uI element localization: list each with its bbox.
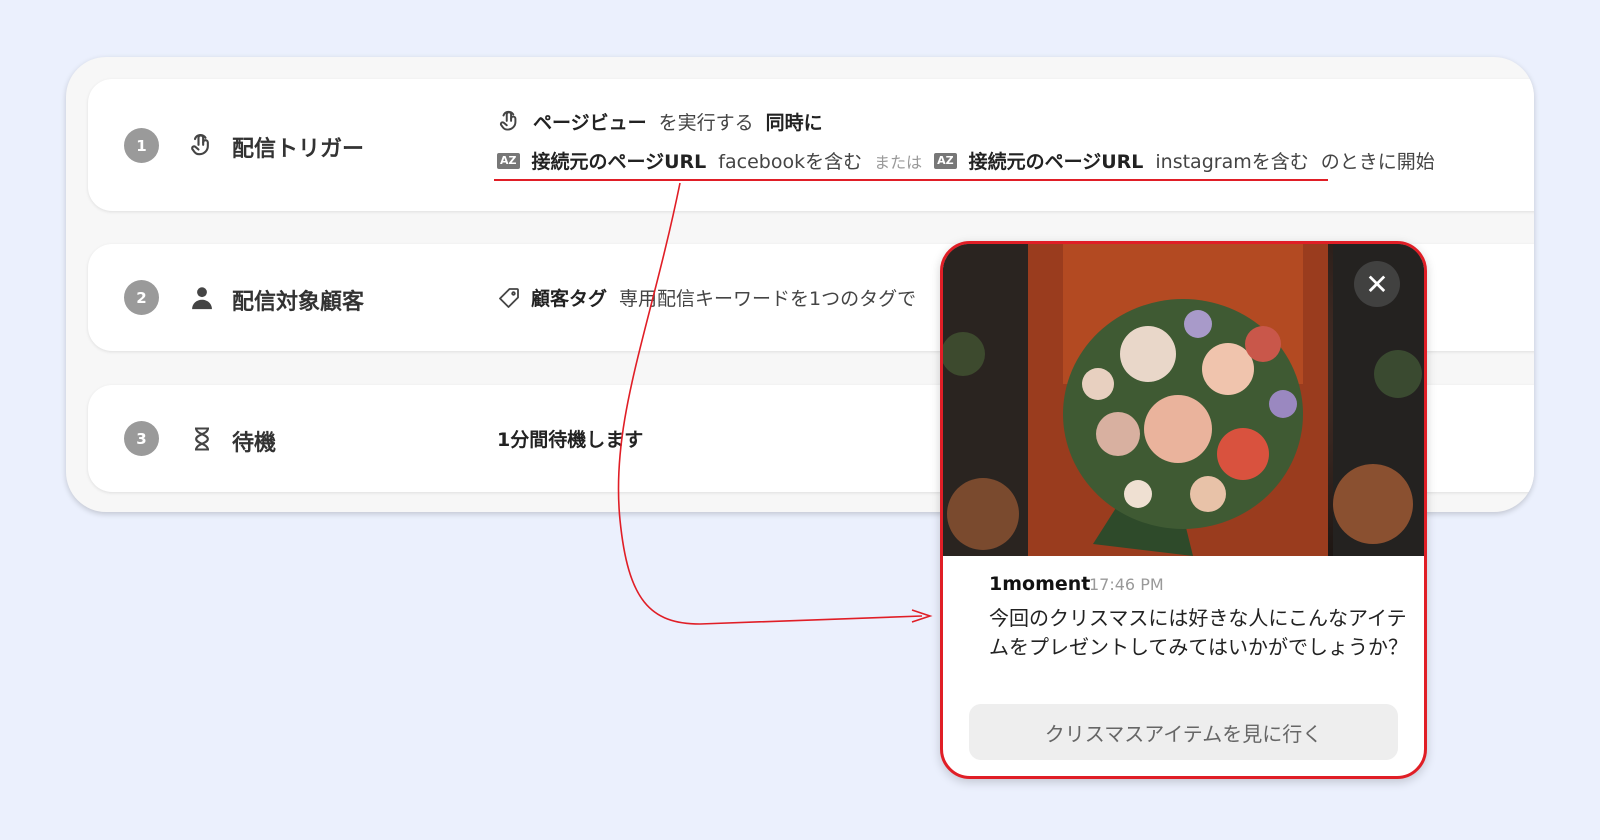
step-title: 配信トリガー <box>232 137 365 162</box>
tap-hand-icon <box>191 134 209 156</box>
tag-description: 専用配信キーワードを1つのタグで <box>619 288 917 310</box>
step-number: 1 <box>124 128 159 163</box>
message-preview-popup: ✕ 1moment 17:46 PM 今回のクリスマスには好きな人にこんなアイテ… <box>940 241 1427 779</box>
condition-field-2: 接続元のページURL <box>968 151 1144 173</box>
wait-description: 1分間待機します <box>497 429 644 451</box>
step-title: 待機 <box>232 431 277 456</box>
step-row-trigger[interactable]: 1 配信トリガー ページビュー を実行する 同時に AZ 接続元のページURL … <box>88 79 1534 211</box>
wait-description-line: 1分間待機します <box>497 425 643 452</box>
target-tag-line: 顧客タグ 専用配信キーワードを1つのタグで <box>497 284 916 311</box>
condition-highlight-underline <box>494 179 1328 181</box>
close-button[interactable]: ✕ <box>1354 261 1400 307</box>
step-number: 3 <box>124 421 159 456</box>
message-text: 今回のクリスマスには好きな人にこんなアイテムをプレゼントしてみてはいかがでしょう… <box>989 606 1408 659</box>
tap-hand-icon <box>499 110 517 131</box>
tag-icon <box>499 287 519 308</box>
trigger-timing: 同時に <box>765 112 823 134</box>
close-icon: ✕ <box>1365 267 1389 301</box>
bouquet-photo <box>943 244 1424 556</box>
trigger-event-action: を実行する <box>658 112 754 134</box>
condition-value-2: instagramを含む <box>1155 151 1309 173</box>
person-icon <box>192 287 212 310</box>
trigger-event-name: ページビュー <box>533 112 647 134</box>
condition-field-1: 接続元のページURL <box>531 151 707 173</box>
condition-tail: のときに開始 <box>1320 151 1435 173</box>
condition-or: または <box>874 152 923 172</box>
condition-value-1: facebookを含む <box>718 151 863 173</box>
sender-name: 1moment <box>989 573 1091 595</box>
cta-button[interactable]: クリスマスアイテムを見に行く <box>969 704 1398 760</box>
step-number: 2 <box>124 280 159 315</box>
text-field-icon: AZ <box>934 152 957 169</box>
trigger-condition-line: AZ 接続元のページURL facebookを含む または AZ 接続元のページ… <box>497 147 1435 174</box>
tag-label: 顧客タグ <box>531 288 608 310</box>
message-time: 17:46 PM <box>1089 575 1164 594</box>
trigger-event-line: ページビュー を実行する 同時に <box>497 108 823 135</box>
step-title: 配信対象顧客 <box>232 290 365 315</box>
hourglass-icon <box>195 427 209 451</box>
text-field-icon: AZ <box>497 152 520 169</box>
